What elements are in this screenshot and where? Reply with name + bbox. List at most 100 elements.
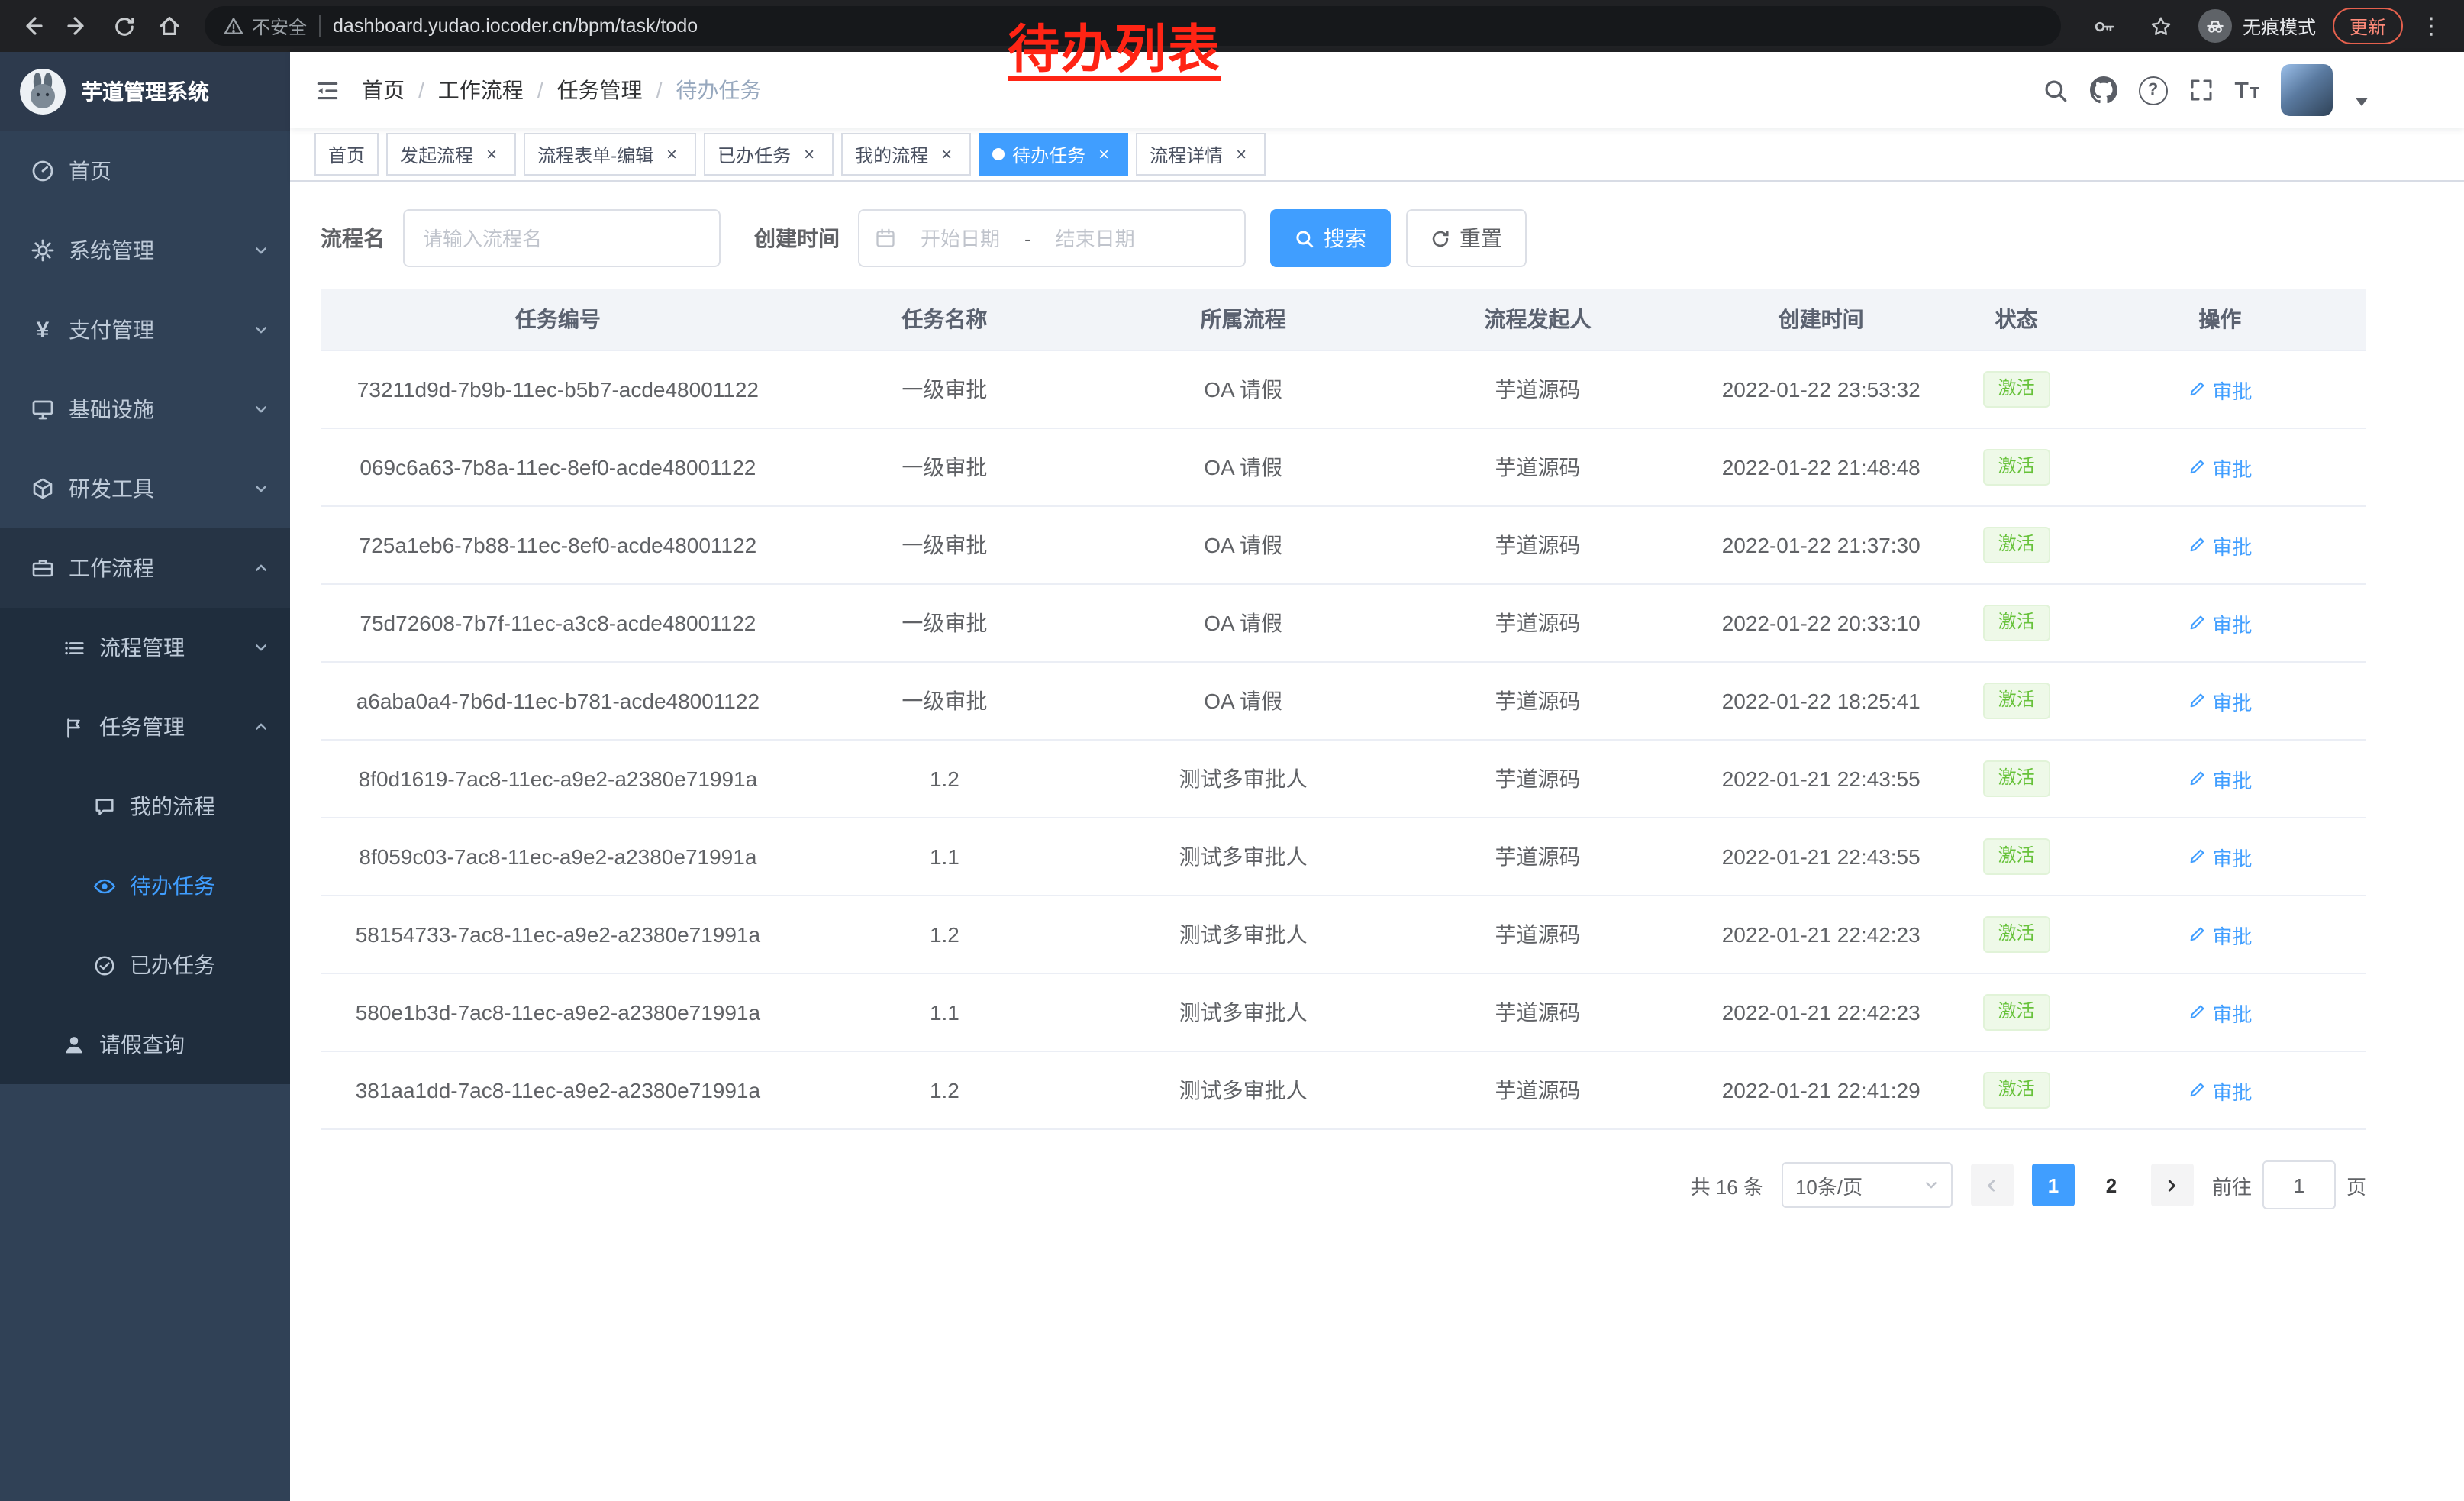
sidebar-item-leave-query[interactable]: 请假查询 (0, 1005, 290, 1084)
approve-link[interactable]: 审批 (2188, 686, 2252, 715)
status-badge: 激活 (1983, 916, 2050, 952)
browser-chrome: 不安全 dashboard.yudao.iocoder.cn/bpm/task/… (0, 0, 2464, 52)
tab-close-icon[interactable]: × (1093, 144, 1114, 165)
tab[interactable]: 发起流程 × (386, 133, 516, 176)
bookmark-star-icon[interactable] (2142, 6, 2182, 46)
sidebar-item-workflow[interactable]: 工作流程 (0, 528, 290, 608)
cell-status: 激活 (1959, 662, 2074, 740)
tab-close-icon[interactable]: × (1230, 144, 1252, 165)
yen-icon: ¥ (31, 318, 55, 341)
process-name-label: 流程名 (321, 223, 385, 253)
table-row: 8f0d1619-7ac8-11ec-a9e2-a2380e71991a 1.2… (321, 740, 2366, 818)
tab-close-icon[interactable]: × (481, 144, 502, 165)
cell-starter: 芋道源码 (1392, 1051, 1683, 1129)
breadcrumb-item[interactable]: 首页 / (362, 75, 424, 105)
sidebar-item-done-tasks[interactable]: 已办任务 (0, 925, 290, 1005)
table-row: 8f059c03-7ac8-11ec-a9e2-a2380e71991a 1.1… (321, 818, 2366, 896)
tab-close-icon[interactable]: × (661, 144, 682, 165)
tab[interactable]: 已办任务 × (704, 133, 834, 176)
app-logo[interactable]: 芋道管理系统 (0, 52, 290, 131)
tab[interactable]: 首页 × (314, 133, 379, 176)
reset-button[interactable]: 重置 (1406, 209, 1527, 267)
sidebar-item-my-process[interactable]: 我的流程 (0, 767, 290, 846)
chevron-down-icon (253, 402, 269, 417)
sidebar-item-process-mgmt[interactable]: 流程管理 (0, 608, 290, 687)
cell-task-id: 725a1eb6-7b88-11ec-8ef0-acde48001122 (321, 506, 795, 584)
tab-label: 发起流程 (400, 141, 473, 167)
next-page-button[interactable] (2151, 1164, 2194, 1206)
menu-label: 已办任务 (130, 950, 215, 980)
back-icon[interactable] (12, 6, 52, 46)
home-icon[interactable] (150, 6, 189, 46)
reload-icon[interactable] (104, 6, 144, 46)
sidebar-menu: 首页 系统管理 ¥ 支付管理 (0, 131, 290, 1501)
security-indicator[interactable]: 不安全 (223, 13, 307, 39)
approve-link[interactable]: 审批 (2188, 531, 2252, 560)
font-size-icon[interactable]: T T (2234, 79, 2259, 102)
sidebar-item-payment[interactable]: ¥ 支付管理 (0, 290, 290, 370)
incognito-icon (2198, 9, 2232, 43)
update-button[interactable]: 更新 (2333, 8, 2403, 44)
goto-page-input[interactable] (2262, 1160, 2336, 1209)
process-name-input[interactable] (403, 209, 721, 267)
user-avatar[interactable] (2281, 64, 2333, 116)
box-icon (31, 476, 55, 501)
tab[interactable]: 流程表单-编辑 × (524, 133, 696, 176)
cell-task-name: 一级审批 (795, 428, 1094, 506)
edit-pencil-icon (2188, 847, 2206, 866)
breadcrumb-item[interactable]: 工作流程 / (438, 75, 543, 105)
approve-link[interactable]: 审批 (2188, 375, 2252, 404)
column-header: 所属流程 (1094, 289, 1392, 350)
approve-link[interactable]: 审批 (2188, 453, 2252, 482)
sidebar-item-infra[interactable]: 基础设施 (0, 370, 290, 449)
sidebar-item-devtools[interactable]: 研发工具 (0, 449, 290, 528)
fullscreen-icon[interactable] (2188, 78, 2213, 102)
refresh-icon (1430, 228, 1450, 248)
sidebar-item-system[interactable]: 系统管理 (0, 211, 290, 290)
cell-created: 2022-01-22 18:25:41 (1683, 662, 1959, 740)
tab[interactable]: 我的流程 × (841, 133, 971, 176)
page-number[interactable]: 2 (2090, 1164, 2133, 1206)
cell-task-name: 1.1 (795, 973, 1094, 1051)
tab[interactable]: 待办任务 × (979, 133, 1128, 176)
cell-process: OA 请假 (1094, 506, 1392, 584)
avatar-caret-icon[interactable] (2354, 96, 2369, 108)
cell-created: 2022-01-22 21:48:48 (1683, 428, 1959, 506)
prev-page-button[interactable] (1971, 1164, 2014, 1206)
approve-link[interactable]: 审批 (2188, 764, 2252, 793)
breadcrumb-item[interactable]: 任务管理 / (557, 75, 663, 105)
forward-icon[interactable] (58, 6, 98, 46)
browser-menu-icon[interactable]: ⋮ (2420, 15, 2443, 37)
end-date-input[interactable] (1037, 225, 1153, 251)
search-button[interactable]: 搜索 (1270, 209, 1391, 267)
cell-starter: 芋道源码 (1392, 350, 1683, 428)
github-icon[interactable] (2089, 76, 2117, 104)
page-content: 流程名 创建时间 - 搜索 (290, 182, 2464, 1501)
approve-link[interactable]: 审批 (2188, 998, 2252, 1027)
approve-link[interactable]: 审批 (2188, 920, 2252, 949)
sidebar-item-task-mgmt[interactable]: 任务管理 (0, 687, 290, 767)
date-range-picker[interactable]: - (858, 209, 1246, 267)
sidebar-item-home[interactable]: 首页 (0, 131, 290, 211)
approve-link[interactable]: 审批 (2188, 842, 2252, 871)
breadcrumb-item[interactable]: 待办任务 / (676, 75, 761, 105)
tab-close-icon[interactable]: × (936, 144, 957, 165)
page-size-select[interactable]: 10条/页 (1782, 1162, 1953, 1208)
app-title: 芋道管理系统 (81, 76, 209, 107)
help-icon[interactable]: ? (2138, 76, 2167, 105)
password-key-icon[interactable] (2085, 6, 2125, 46)
approve-link[interactable]: 审批 (2188, 608, 2252, 638)
chevron-down-icon (253, 481, 269, 496)
start-date-input[interactable] (902, 225, 1018, 251)
cell-created: 2022-01-21 22:42:23 (1683, 973, 1959, 1051)
approve-link[interactable]: 审批 (2188, 1076, 2252, 1105)
tab[interactable]: 流程详情 × (1136, 133, 1266, 176)
search-icon[interactable] (2042, 77, 2068, 103)
sidebar-collapse-icon[interactable] (314, 77, 340, 103)
page-number[interactable]: 1 (2032, 1164, 2075, 1206)
tab-close-icon[interactable]: × (798, 144, 820, 165)
table-row: 580e1b3d-7ac8-11ec-a9e2-a2380e71991a 1.1… (321, 973, 2366, 1051)
cell-task-id: 73211d9d-7b9b-11ec-b5b7-acde48001122 (321, 350, 795, 428)
incognito-profile-button[interactable]: 无痕模式 (2198, 9, 2316, 43)
sidebar-item-todo-tasks[interactable]: 待办任务 (0, 846, 290, 925)
